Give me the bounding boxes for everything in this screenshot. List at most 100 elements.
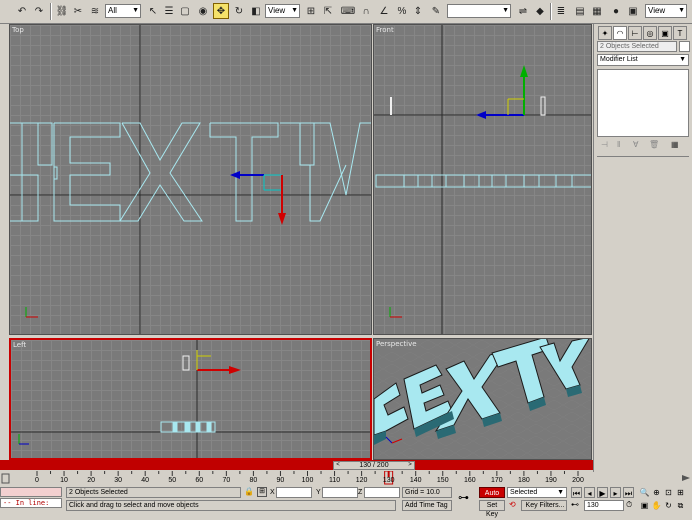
align-icon[interactable]: ◆ [532, 3, 548, 19]
bind-space-warp-icon[interactable]: ≋ [87, 3, 103, 19]
wireframe-text-left [160, 421, 216, 433]
set-key-button[interactable]: Set Key [479, 500, 505, 518]
select-manipulate-icon[interactable]: ⇱ [320, 3, 336, 19]
show-end-result-icon[interactable]: ‖ [617, 140, 627, 150]
display-tab-icon[interactable]: ▣ [658, 26, 672, 40]
curve-editor-icon[interactable]: ▤ [572, 3, 588, 19]
redo-icon[interactable]: ↷ [31, 3, 47, 19]
create-tab-icon[interactable]: ✦ [598, 26, 612, 40]
maxscript-input[interactable]: -- In line: [0, 498, 62, 508]
key-mode-toggle-icon[interactable]: ⊷ [571, 500, 581, 511]
select-and-scale-icon[interactable]: ◧ [248, 3, 264, 19]
modifier-stack[interactable] [597, 69, 689, 137]
time-slider-next[interactable]: > [406, 462, 414, 469]
zoom-all-icon[interactable]: ⊕ [651, 487, 662, 498]
track-tick-label: 40 [141, 477, 150, 484]
keyboard-shortcut-override-icon[interactable]: ⌨ [340, 3, 356, 19]
make-unique-icon[interactable]: ∀ [633, 140, 643, 150]
previous-frame-icon[interactable]: ◂ [584, 487, 595, 498]
region-zoom-icon[interactable]: ▣ [639, 500, 650, 511]
wireframe-text [10, 122, 371, 222]
add-time-tag-button[interactable]: Add Time Tag [402, 500, 452, 511]
play-icon[interactable]: ▶ [597, 487, 608, 498]
set-key-icon[interactable]: ⊶ [458, 491, 474, 505]
x-coordinate-field[interactable] [276, 487, 312, 498]
trackbar-menu-icon[interactable] [1, 471, 10, 486]
current-frame-field[interactable]: 130 [584, 500, 624, 511]
pan-icon[interactable]: ✋ [651, 500, 662, 511]
viewport-left[interactable]: Left [9, 338, 372, 460]
go-to-end-icon[interactable]: ⏭ [623, 487, 634, 498]
time-slider[interactable]: < 130 / 200 > [333, 461, 415, 470]
absolute-mode-icon[interactable]: ⊞ [257, 487, 267, 497]
material-editor-icon[interactable]: ● [608, 3, 624, 19]
trackbar-key-icon[interactable] [680, 471, 692, 486]
move-gizmo [196, 350, 241, 374]
hierarchy-tab-icon[interactable]: ⊢ [628, 26, 642, 40]
edit-named-selection-icon[interactable]: ✎ [428, 3, 444, 19]
window-crossing-icon[interactable]: ◉ [195, 3, 211, 19]
pivot-center-icon[interactable]: ⊞ [303, 3, 319, 19]
y-label: Y [316, 489, 321, 496]
arc-rotate-icon[interactable]: ↻ [663, 500, 674, 511]
time-slider-track[interactable] [0, 460, 593, 470]
angle-snap-icon[interactable]: ∠ [376, 3, 392, 19]
utilities-tab-icon[interactable]: T [673, 26, 687, 40]
rectangular-selection-icon[interactable]: ▢ [177, 3, 193, 19]
select-object-icon[interactable]: ↖ [145, 3, 161, 19]
time-slider-prev[interactable]: < [334, 462, 342, 469]
undo-icon[interactable]: ↶ [14, 3, 30, 19]
zoom-extents-icon[interactable]: ⊡ [663, 487, 674, 498]
object-name-field[interactable]: 2 Objects Selected [597, 41, 677, 52]
selection-filter-dropdown[interactable]: All ▼ [105, 4, 141, 18]
snaps-toggle-icon[interactable]: ∩ [358, 3, 374, 19]
render-type-dropdown[interactable]: View ▼ [645, 4, 687, 18]
viewport-front[interactable]: Front [373, 24, 592, 335]
named-selection-dropdown[interactable]: ▼ [447, 4, 511, 18]
viewport-perspective[interactable]: Perspective [373, 338, 592, 460]
motion-tab-icon[interactable]: ◎ [643, 26, 657, 40]
viewport-label-top[interactable]: Top [12, 26, 24, 34]
maximize-viewport-icon[interactable]: ⧉ [675, 500, 686, 511]
viewport-label-left[interactable]: Left [13, 341, 26, 349]
select-link-icon[interactable]: ⛓ [54, 3, 70, 19]
zoom-icon[interactable]: 🔍 [639, 487, 650, 498]
key-mode-dropdown[interactable]: Selected ▼ [507, 487, 567, 498]
configure-modifier-sets-icon[interactable]: ▦ [671, 140, 681, 150]
modifier-list-dropdown[interactable]: Modifier List ▼ [597, 54, 689, 66]
reference-coordinate-dropdown[interactable]: View ▼ [265, 4, 300, 18]
maxscript-listener[interactable]: -- In line: [0, 487, 63, 508]
left-viewport-scene [11, 340, 370, 458]
auto-key-button[interactable]: Auto Key [479, 487, 505, 508]
key-mode-icon[interactable]: ⟲ [509, 500, 519, 511]
viewport-label-front[interactable]: Front [376, 26, 394, 34]
modify-tab-icon[interactable]: ◠ [613, 26, 627, 40]
key-filters-button[interactable]: Key Filters... [521, 500, 567, 511]
mirror-icon[interactable]: ⇌ [515, 3, 531, 19]
object-color-swatch[interactable] [679, 41, 690, 52]
pin-stack-icon[interactable]: ⊣ [601, 140, 611, 150]
time-configuration-icon[interactable]: ⏱ [626, 500, 636, 511]
y-coordinate-field[interactable] [322, 487, 358, 498]
remove-modifier-icon[interactable]: 🗑 [649, 140, 659, 150]
next-frame-icon[interactable]: ▸ [610, 487, 621, 498]
unlink-icon[interactable]: ✂ [70, 3, 86, 19]
maxscript-output[interactable] [0, 487, 62, 497]
select-and-rotate-icon[interactable]: ↻ [231, 3, 247, 19]
selection-lock-icon[interactable]: 🔒 [244, 487, 254, 498]
viewport-top[interactable]: Top [9, 24, 372, 335]
track-bar[interactable]: 0 10 20 30 40 50 60 70 80 90 100 110 120 130 140 150 160… [10, 471, 593, 486]
spinner-snap-icon[interactable]: ⇕ [410, 3, 426, 19]
render-scene-icon[interactable]: ▣ [625, 3, 641, 19]
axis-tripod [25, 307, 38, 318]
track-tick-label: 200 [572, 477, 584, 484]
go-to-start-icon[interactable]: ⏮ [571, 487, 582, 498]
zoom-extents-all-icon[interactable]: ⊞ [675, 487, 686, 498]
layer-manager-icon[interactable]: ≣ [553, 3, 569, 19]
schematic-view-icon[interactable]: ▦ [589, 3, 605, 19]
z-coordinate-field[interactable] [364, 487, 400, 498]
viewport-label-perspective[interactable]: Perspective [376, 340, 417, 348]
percent-snap-icon[interactable]: % [394, 3, 410, 19]
select-and-move-icon[interactable]: ✥ [213, 3, 229, 19]
select-by-name-icon[interactable]: ☰ [161, 3, 177, 19]
